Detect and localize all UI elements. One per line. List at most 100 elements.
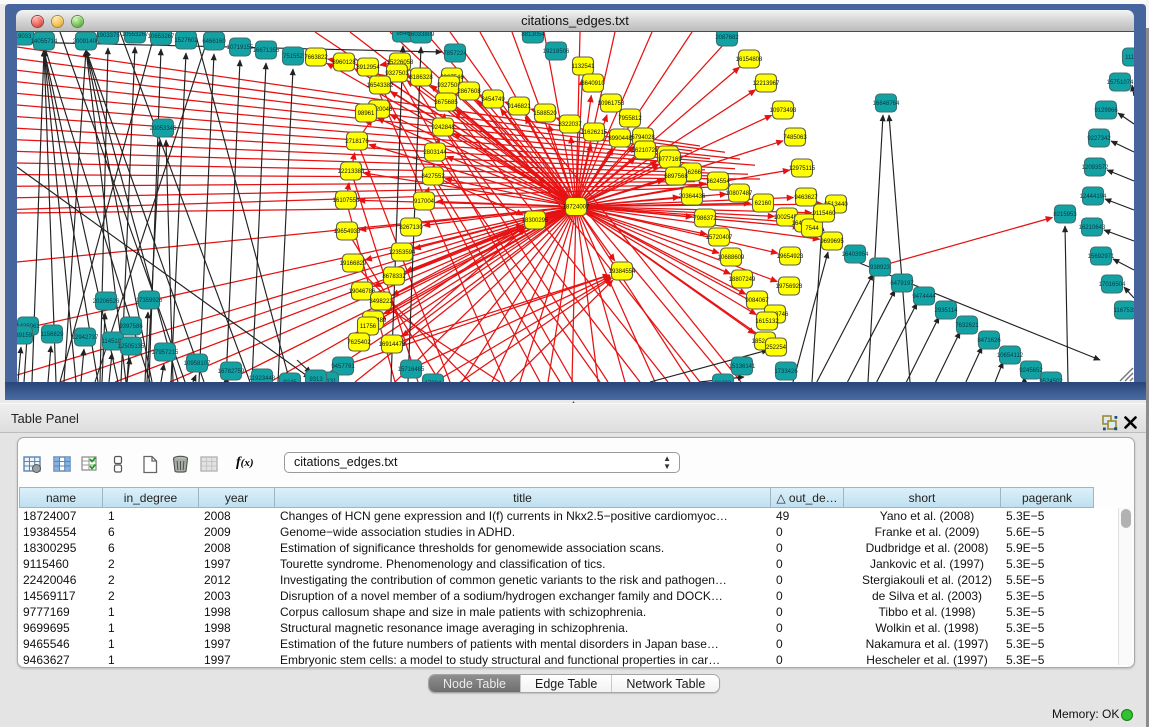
- svg-text:19384554: 19384554: [609, 269, 636, 275]
- svg-text:9115460: 9115460: [813, 211, 837, 217]
- svg-text:19756928: 19756928: [776, 284, 803, 290]
- svg-text:98961: 98961: [358, 111, 375, 117]
- svg-text:17957215: 17957215: [152, 350, 179, 356]
- svg-text:19654923: 19654923: [777, 254, 804, 260]
- svg-text:12444194: 12444194: [1080, 194, 1107, 200]
- svg-text:939159: 939159: [17, 333, 33, 339]
- svg-text:8990448: 8990448: [608, 136, 632, 142]
- svg-text:12505135: 12505135: [118, 344, 145, 350]
- svg-text:7544: 7544: [805, 226, 819, 232]
- svg-text:2803144: 2803144: [423, 150, 447, 156]
- svg-text:16543382: 16543382: [367, 83, 394, 89]
- svg-text:9777169: 9777169: [658, 157, 682, 163]
- svg-text:17304: 17304: [425, 381, 442, 382]
- svg-text:96233: 96233: [715, 381, 732, 382]
- svg-text:16648764: 16648764: [873, 101, 900, 107]
- svg-text:8427552: 8427552: [421, 174, 445, 180]
- svg-text:938923: 938923: [870, 265, 891, 271]
- svg-text:10653267: 10653267: [148, 34, 175, 40]
- svg-text:20091406: 20091406: [73, 39, 100, 45]
- svg-text:6466160: 6466160: [202, 39, 226, 45]
- svg-text:1615132: 1615132: [755, 319, 779, 325]
- svg-text:9242848: 9242848: [431, 125, 455, 131]
- svg-text:7986372: 7986372: [693, 216, 717, 222]
- svg-text:9129966: 9129966: [1094, 108, 1118, 114]
- svg-text:917004: 917004: [414, 199, 435, 205]
- svg-text:12213383: 12213383: [338, 169, 365, 175]
- svg-text:9146821: 9146821: [507, 104, 531, 110]
- svg-text:19166829: 19166829: [340, 261, 367, 267]
- svg-text:17359926: 17359926: [136, 298, 163, 304]
- svg-text:18724007: 18724007: [563, 205, 590, 211]
- svg-text:8960128: 8960128: [332, 60, 356, 66]
- svg-text:16782759: 16782759: [218, 369, 245, 375]
- svg-text:10807487: 10807487: [726, 191, 753, 197]
- svg-text:1132541: 1132541: [572, 64, 596, 70]
- svg-text:9245652: 9245652: [1019, 368, 1043, 374]
- svg-text:16154808: 16154808: [736, 57, 763, 63]
- svg-text:15716485: 15716485: [398, 367, 425, 373]
- svg-text:3624554: 3624554: [706, 179, 730, 185]
- svg-text:15751074: 15751074: [1107, 80, 1134, 86]
- svg-text:10719155: 10719155: [227, 45, 254, 51]
- svg-text:6897568: 6897568: [664, 174, 688, 180]
- svg-text:14055714: 14055714: [31, 39, 58, 45]
- svg-text:1588520: 1588520: [533, 111, 557, 117]
- svg-text:9699695: 9699695: [820, 239, 844, 245]
- svg-text:16210643: 16210643: [1079, 225, 1106, 231]
- svg-text:7632621: 7632621: [955, 323, 979, 329]
- svg-text:6479197: 6479197: [890, 281, 914, 287]
- svg-text:9327503: 9327503: [385, 71, 409, 77]
- svg-text:8640910: 8640910: [581, 81, 605, 87]
- svg-text:1903375: 1903375: [96, 33, 120, 39]
- svg-text:11626215: 11626215: [581, 130, 608, 136]
- svg-text:9457791: 9457791: [331, 364, 355, 370]
- svg-text:252254: 252254: [766, 345, 787, 351]
- svg-text:17016504: 17016504: [1099, 282, 1126, 288]
- svg-text:8471626: 8471626: [977, 338, 1001, 344]
- svg-text:12213967: 12213967: [753, 81, 780, 87]
- svg-text:9474444: 9474444: [912, 294, 936, 300]
- svg-text:3675685: 3675685: [434, 100, 458, 106]
- svg-text:11756: 11756: [360, 324, 377, 330]
- svg-text:12093572: 12093572: [1082, 165, 1109, 171]
- svg-text:7857224: 7857224: [443, 51, 467, 57]
- svg-text:2935114: 2935114: [935, 308, 959, 314]
- svg-text:8215953: 8215953: [1053, 212, 1077, 218]
- svg-text:19654933: 19654933: [334, 229, 361, 235]
- svg-text:9463627: 9463627: [794, 195, 818, 201]
- svg-text:8322037: 8322037: [558, 122, 582, 128]
- svg-text:9313: 9313: [309, 377, 323, 382]
- svg-text:6794028: 6794028: [631, 135, 655, 141]
- svg-text:11172: 11172: [1125, 55, 1134, 61]
- svg-text:16107553: 16107553: [333, 198, 360, 204]
- svg-text:10654112: 10654112: [997, 353, 1024, 359]
- svg-text:7955812: 7955812: [618, 116, 642, 122]
- svg-text:16210721: 16210721: [632, 148, 659, 154]
- svg-text:10961758: 10961758: [598, 101, 625, 107]
- svg-text:7485063: 7485063: [783, 135, 807, 141]
- svg-text:2718176: 2718176: [345, 139, 369, 145]
- svg-text:1733426: 1733426: [774, 369, 798, 375]
- svg-text:18300295: 18300295: [522, 218, 549, 224]
- svg-text:9227342: 9227342: [1087, 136, 1111, 142]
- svg-text:19218506: 19218506: [543, 49, 570, 55]
- svg-text:10553267: 10553267: [122, 32, 149, 38]
- svg-text:15720407: 15720407: [706, 235, 733, 241]
- svg-text:16671355: 16671355: [253, 48, 280, 54]
- svg-text:7625402: 7625402: [347, 340, 371, 346]
- svg-text:9397586: 9397586: [119, 324, 143, 330]
- svg-text:12942737: 12942737: [72, 335, 99, 341]
- svg-text:8678332: 8678332: [382, 274, 406, 280]
- svg-text:1527602: 1527602: [174, 38, 198, 44]
- svg-text:12975115: 12975115: [789, 166, 816, 172]
- svg-text:9084067: 9084067: [745, 298, 769, 304]
- svg-text:62160: 62160: [755, 201, 772, 207]
- svg-text:9524502: 9524502: [1039, 379, 1063, 382]
- svg-text:9245: 9245: [283, 380, 297, 382]
- svg-text:7663822: 7663822: [304, 55, 328, 61]
- svg-text:18807249: 18807249: [729, 277, 756, 283]
- svg-text:2087682: 2087682: [715, 35, 739, 41]
- svg-text:8267130: 8267130: [399, 225, 423, 231]
- svg-text:16914479: 16914479: [379, 342, 406, 348]
